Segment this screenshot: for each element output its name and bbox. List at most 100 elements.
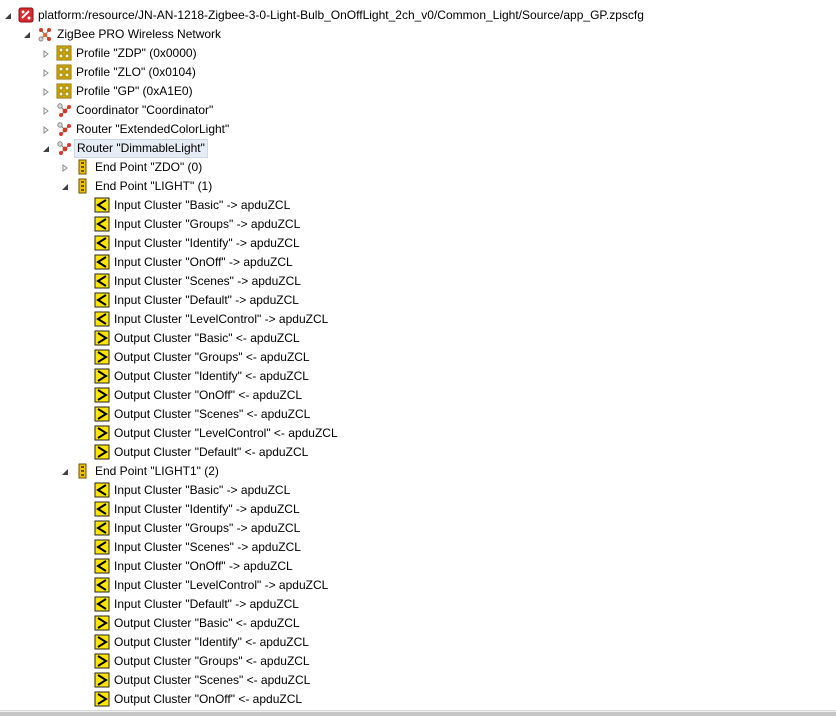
tree-row-label: Input Cluster "Basic" -> apduZCL [114, 198, 291, 212]
tree-row[interactable]: Output Cluster "Groups" <- apduZCL [0, 348, 836, 367]
tree-row-label: Profile "GP" (0xA1E0) [76, 84, 193, 98]
output-cluster-icon [94, 653, 110, 669]
tree-row[interactable]: Output Cluster "Groups" <- apduZCL [0, 652, 836, 671]
tree-row-label: Output Cluster "Groups" <- apduZCL [114, 350, 310, 364]
output-cluster-icon [94, 672, 110, 688]
tree-row-label: Input Cluster "LevelControl" -> apduZCL [114, 312, 329, 326]
tree-row-label: Output Cluster "Identify" <- apduZCL [114, 635, 309, 649]
input-cluster-icon [94, 235, 110, 251]
collapsed-arrow-icon[interactable] [40, 120, 52, 139]
tree-row-label: End Point "LIGHT" (1) [95, 179, 213, 193]
tree-row[interactable]: Profile "GP" (0xA1E0) [0, 82, 836, 101]
tree-row[interactable]: Output Cluster "Default" <- apduZCL [0, 443, 836, 462]
output-cluster-icon [94, 387, 110, 403]
tree-row-label: Output Cluster "Scenes" <- apduZCL [114, 673, 311, 687]
tree-row[interactable]: Input Cluster "LevelControl" -> apduZCL [0, 576, 836, 595]
tree-row[interactable]: Output Cluster "Identify" <- apduZCL [0, 367, 836, 386]
input-cluster-icon [94, 520, 110, 536]
collapsed-arrow-icon[interactable] [40, 63, 52, 82]
output-cluster-icon [94, 330, 110, 346]
output-cluster-icon [94, 368, 110, 384]
tree-row[interactable]: Output Cluster "Identify" <- apduZCL [0, 633, 836, 652]
scrollbar-thumb[interactable] [0, 712, 836, 716]
input-cluster-icon [94, 273, 110, 289]
expanded-arrow-icon[interactable] [59, 177, 71, 196]
tree-row[interactable]: Profile "ZLO" (0x0104) [0, 63, 836, 82]
input-cluster-icon [94, 558, 110, 574]
tree-row-label: Input Cluster "Scenes" -> apduZCL [114, 540, 301, 554]
expanded-arrow-icon[interactable] [21, 25, 33, 44]
tree-row[interactable]: Input Cluster "Identify" -> apduZCL [0, 500, 836, 519]
tree-row-label: Output Cluster "Scenes" <- apduZCL [114, 407, 311, 421]
tree-row[interactable]: Output Cluster "OnOff" <- apduZCL [0, 690, 836, 709]
tree-row[interactable]: Profile "ZDP" (0x0000) [0, 44, 836, 63]
expanded-arrow-icon[interactable] [59, 462, 71, 481]
tree-row-label: Input Cluster "LevelControl" -> apduZCL [114, 578, 329, 592]
tree-row[interactable]: Input Cluster "Groups" -> apduZCL [0, 215, 836, 234]
configuration-tree: platform:/resource/JN-AN-1218-Zigbee-3-0… [0, 6, 836, 710]
project-config-icon [18, 7, 34, 23]
tree-row[interactable]: Input Cluster "Basic" -> apduZCL [0, 196, 836, 215]
tree-row[interactable]: Output Cluster "OnOff" <- apduZCL [0, 386, 836, 405]
output-cluster-icon [94, 406, 110, 422]
tree-row-label: Input Cluster "Scenes" -> apduZCL [114, 274, 301, 288]
node-icon [56, 121, 72, 137]
tree-row-label: Output Cluster "Basic" <- apduZCL [114, 331, 300, 345]
tree-row[interactable]: End Point "LIGHT1" (2) [0, 462, 836, 481]
tree-row-label: Coordinator "Coordinator" [76, 103, 214, 117]
tree-row[interactable]: Output Cluster "Basic" <- apduZCL [0, 614, 836, 633]
tree-row[interactable]: Input Cluster "OnOff" -> apduZCL [0, 253, 836, 272]
tree-row[interactable]: Input Cluster "Default" -> apduZCL [0, 595, 836, 614]
endpoint-icon [75, 159, 91, 175]
tree-row[interactable]: Input Cluster "OnOff" -> apduZCL [0, 557, 836, 576]
tree-row[interactable]: Router "DimmableLight" [0, 139, 836, 158]
input-cluster-icon [94, 292, 110, 308]
tree-row[interactable]: Input Cluster "Scenes" -> apduZCL [0, 272, 836, 291]
tree-row[interactable]: Output Cluster "Scenes" <- apduZCL [0, 671, 836, 690]
input-cluster-icon [94, 197, 110, 213]
tree-row[interactable]: Input Cluster "Scenes" -> apduZCL [0, 538, 836, 557]
endpoint-icon [75, 178, 91, 194]
tree-row[interactable]: Output Cluster "LevelControl" <- apduZCL [0, 424, 836, 443]
tree-row[interactable]: Input Cluster "Groups" -> apduZCL [0, 519, 836, 538]
collapsed-arrow-icon[interactable] [59, 158, 71, 177]
tree-row[interactable]: End Point "ZDO" (0) [0, 158, 836, 177]
collapsed-arrow-icon[interactable] [40, 82, 52, 101]
tree-row-label: End Point "LIGHT1" (2) [95, 464, 219, 478]
tree-row[interactable]: Output Cluster "Scenes" <- apduZCL [0, 405, 836, 424]
node-icon [56, 140, 72, 156]
tree-row-label: Output Cluster "LevelControl" <- apduZCL [114, 426, 338, 440]
input-cluster-icon [94, 216, 110, 232]
tree-row-label: Output Cluster "Groups" <- apduZCL [114, 654, 310, 668]
tree-row-label: Input Cluster "Identify" -> apduZCL [114, 236, 300, 250]
tree-row[interactable]: Output Cluster "Basic" <- apduZCL [0, 329, 836, 348]
tree-row-label: Input Cluster "Groups" -> apduZCL [114, 521, 301, 535]
tree-row[interactable]: Input Cluster "Default" -> apduZCL [0, 291, 836, 310]
output-cluster-icon [94, 349, 110, 365]
tree-row-label: Output Cluster "Identify" <- apduZCL [114, 369, 309, 383]
expanded-arrow-icon[interactable] [2, 6, 14, 25]
collapsed-arrow-icon[interactable] [40, 44, 52, 63]
input-cluster-icon [94, 577, 110, 593]
expanded-arrow-icon[interactable] [40, 139, 52, 158]
tree-row[interactable]: Router "ExtendedColorLight" [0, 120, 836, 139]
tree-row-label: ZigBee PRO Wireless Network [57, 27, 222, 41]
tree-row[interactable]: ZigBee PRO Wireless Network [0, 25, 836, 44]
horizontal-scrollbar[interactable] [0, 710, 836, 716]
endpoint-icon [75, 463, 91, 479]
output-cluster-icon [94, 691, 110, 707]
tree-row-label: Input Cluster "OnOff" -> apduZCL [114, 559, 293, 573]
tree-row[interactable]: End Point "LIGHT" (1) [0, 177, 836, 196]
tree-row[interactable]: Input Cluster "LevelControl" -> apduZCL [0, 310, 836, 329]
tree-row-label: Output Cluster "OnOff" <- apduZCL [114, 388, 303, 402]
tree-row[interactable]: Input Cluster "Identify" -> apduZCL [0, 234, 836, 253]
tree-row-label: Input Cluster "Identify" -> apduZCL [114, 502, 300, 516]
tree-row[interactable]: Input Cluster "Basic" -> apduZCL [0, 481, 836, 500]
tree-row-label: platform:/resource/JN-AN-1218-Zigbee-3-0… [38, 8, 644, 22]
tree-row[interactable]: Coordinator "Coordinator" [0, 101, 836, 120]
input-cluster-icon [94, 254, 110, 270]
collapsed-arrow-icon[interactable] [40, 101, 52, 120]
network-icon [37, 26, 53, 42]
tree-row[interactable]: platform:/resource/JN-AN-1218-Zigbee-3-0… [0, 6, 836, 25]
tree-row-label: Input Cluster "Groups" -> apduZCL [114, 217, 301, 231]
